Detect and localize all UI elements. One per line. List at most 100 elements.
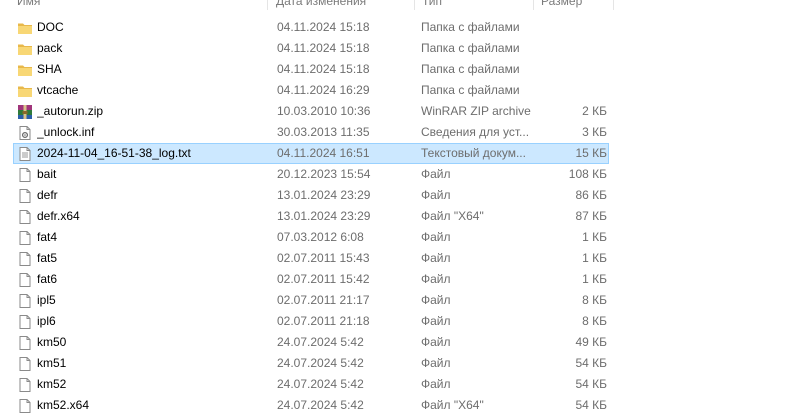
column-divider[interactable] <box>533 0 534 10</box>
file-name: ipl5 <box>37 293 56 307</box>
file-row[interactable]: pack 04.11.2024 15:18 Папка с файлами <box>13 38 609 59</box>
file-type: Файл <box>421 167 451 181</box>
file-row[interactable]: _unlock.inf 30.03.2013 11:35 Сведения для … <box>13 122 609 143</box>
file-size: 2 КБ <box>582 104 607 118</box>
file-type: Файл <box>421 188 451 202</box>
folder-icon <box>17 20 33 36</box>
file-name: DOC <box>37 20 64 34</box>
file-row[interactable]: km52 24.07.2024 5:42 Файл 54 КБ <box>13 374 609 395</box>
file-icon <box>17 272 33 288</box>
file-name: km50 <box>37 335 67 349</box>
file-row[interactable]: bait 20.12.2023 15:54 Файл 108 КБ <box>13 164 609 185</box>
file-type: Сведения для уст... <box>421 125 530 139</box>
file-icon <box>17 251 33 267</box>
file-row[interactable]: SHA 04.11.2024 15:18 Папка с файлами <box>13 59 609 80</box>
file-type: Файл <box>421 272 451 286</box>
folder-icon <box>17 41 33 57</box>
file-name: ipl6 <box>37 314 56 328</box>
file-date: 13.01.2024 23:29 <box>277 209 371 223</box>
file-name: km52.x64 <box>37 398 90 412</box>
file-size: 54 КБ <box>575 398 607 412</box>
file-size: 54 КБ <box>575 356 607 370</box>
file-type: Текстовый докум... <box>421 146 526 160</box>
file-date: 02.07.2011 21:18 <box>277 314 370 328</box>
file-icon <box>17 230 33 246</box>
file-size <box>534 18 607 37</box>
column-header-name[interactable]: Имя <box>17 0 40 9</box>
file-row[interactable]: km51 24.07.2024 5:42 Файл 54 КБ <box>13 353 609 374</box>
column-divider[interactable] <box>414 0 415 10</box>
file-type: Папка с файлами <box>421 83 520 97</box>
winrar-archive-icon <box>17 104 33 120</box>
file-date: 24.07.2024 5:42 <box>277 356 364 370</box>
file-row[interactable]: ipl6 02.07.2011 21:18 Файл 8 КБ <box>13 311 609 332</box>
file-row[interactable]: km52.x64 24.07.2024 5:42 Файл "X64" 54 КБ <box>13 395 609 416</box>
file-name: fat4 <box>37 230 58 244</box>
file-type: Файл <box>421 251 451 265</box>
file-date: 13.01.2024 23:29 <box>277 188 371 202</box>
file-row[interactable]: km50 24.07.2024 5:42 Файл 49 КБ <box>13 332 609 353</box>
file-type: Файл "X64" <box>421 398 484 412</box>
file-date: 07.03.2012 6:08 <box>277 230 364 244</box>
file-type: WinRAR ZIP archive <box>421 104 531 118</box>
column-header-date[interactable]: Дата изменения <box>276 0 366 9</box>
file-date: 04.11.2024 15:18 <box>277 20 370 34</box>
file-name: _unlock.inf <box>37 125 95 139</box>
file-size: 54 КБ <box>575 377 607 391</box>
file-date: 24.07.2024 5:42 <box>277 335 364 349</box>
file-date: 04.11.2024 16:51 <box>277 146 370 160</box>
file-name: fat6 <box>37 272 58 286</box>
file-name: defr <box>37 188 58 202</box>
file-size: 86 КБ <box>575 188 607 202</box>
file-icon <box>17 356 33 372</box>
file-icon <box>17 167 33 183</box>
column-header: Имя Дата изменения Тип Размер <box>0 0 797 10</box>
file-size: 8 КБ <box>582 293 607 307</box>
file-row[interactable]: vtcache 04.11.2024 16:29 Папка с файлами <box>13 80 609 101</box>
column-divider[interactable] <box>267 0 268 10</box>
file-name: defr.x64 <box>37 209 80 223</box>
file-type: Файл "X64" <box>421 209 484 223</box>
file-size: 108 КБ <box>568 167 607 181</box>
file-type: Файл <box>421 230 451 244</box>
file-row[interactable]: 2024-11-04_16-51-38_log.txt 04.11.2024 16… <box>13 143 609 164</box>
file-name: 2024-11-04_16-51-38_log.txt <box>37 146 191 160</box>
file-type: Папка с файлами <box>421 41 520 55</box>
file-row[interactable]: defr.x64 13.01.2024 23:29 Файл "X64" 87 КБ <box>13 206 609 227</box>
file-size: 15 КБ <box>575 146 607 160</box>
file-icon <box>17 335 33 351</box>
setup-info-icon <box>17 125 33 141</box>
file-name: fat5 <box>37 251 58 265</box>
file-icon <box>17 398 33 414</box>
file-icon <box>17 293 33 309</box>
column-header-type[interactable]: Тип <box>422 0 442 9</box>
file-type: Папка с файлами <box>421 20 520 34</box>
file-size: 3 КБ <box>582 125 607 139</box>
file-date: 20.12.2023 15:54 <box>277 167 371 181</box>
file-size: 1 КБ <box>582 272 607 286</box>
file-type: Файл <box>421 335 451 349</box>
file-row[interactable]: fat5 02.07.2011 15:43 Файл 1 КБ <box>13 248 609 269</box>
file-size: 8 КБ <box>582 314 607 328</box>
column-header-size[interactable]: Размер <box>541 0 582 9</box>
file-date: 02.07.2011 21:17 <box>277 293 370 307</box>
file-type: Папка с файлами <box>421 62 520 76</box>
file-row[interactable]: DOC 04.11.2024 15:18 Папка с файлами <box>13 17 609 38</box>
file-row[interactable]: fat4 07.03.2012 6:08 Файл 1 КБ <box>13 227 609 248</box>
column-divider[interactable] <box>613 0 614 10</box>
file-row[interactable]: ipl5 02.07.2011 21:17 Файл 8 КБ <box>13 290 609 311</box>
file-date: 24.07.2024 5:42 <box>277 398 364 412</box>
file-date: 24.07.2024 5:42 <box>277 377 364 391</box>
file-size <box>534 60 607 79</box>
folder-icon <box>17 83 33 99</box>
file-size: 1 КБ <box>582 251 607 265</box>
file-date: 10.03.2010 10:36 <box>277 104 371 118</box>
file-row[interactable]: fat6 02.07.2011 15:42 Файл 1 КБ <box>13 269 609 290</box>
file-row[interactable]: _autorun.zip 10.03.2010 10:36 WinRAR ZIP a… <box>13 101 609 122</box>
file-size: 87 КБ <box>575 209 607 223</box>
file-name: bait <box>37 167 57 181</box>
file-name: _autorun.zip <box>37 104 104 118</box>
file-row[interactable]: defr 13.01.2024 23:29 Файл 86 КБ <box>13 185 609 206</box>
file-date: 04.11.2024 15:18 <box>277 41 370 55</box>
file-name: pack <box>37 41 63 55</box>
